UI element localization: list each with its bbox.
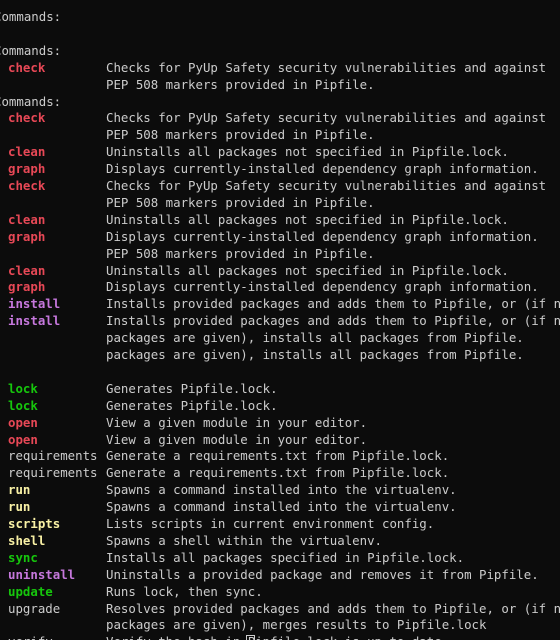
command-description: Spawns a shell within the virtualenv. <box>106 532 383 548</box>
command-description: Displays currently-installed dependency … <box>106 279 539 295</box>
command-row: lock Generates Pipfile.lock. <box>0 397 560 414</box>
command-name: check <box>8 110 46 126</box>
command-name: update <box>8 583 53 599</box>
command-name: check <box>8 178 46 193</box>
command-description: View a given module in your editor. <box>106 414 368 430</box>
command-row: sync Installs all packages specified in P… <box>0 549 560 566</box>
terminal-output: Commands: Commands: check Checks for PyUp S… <box>0 0 560 640</box>
command-name: sync <box>8 549 38 565</box>
continuation-row: packages are given), installs all packag… <box>0 346 560 363</box>
command-name: run <box>8 499 31 515</box>
command-name: clean <box>8 144 46 160</box>
command-description: Checks for PyUp Safety security vulnerab… <box>106 110 547 126</box>
command-name: install <box>8 313 61 329</box>
command-description: Installs all packages specified in Pipfi… <box>106 549 465 565</box>
continuation-row: PEP 508 markers provided in Pipfile. <box>0 76 560 93</box>
command-name: install <box>8 296 61 312</box>
command-row: scripts Lists scripts in current environm… <box>0 515 560 532</box>
command-row: graph Displays currently-installed depend… <box>0 160 560 177</box>
command-row: update Runs lock, then sync. <box>0 583 560 600</box>
command-description: Spawns a command installed into the virt… <box>106 482 457 498</box>
command-row: uninstall Uninstalls a provided package a… <box>0 566 560 583</box>
command-name: run <box>8 482 31 498</box>
continuation-row: PEP 508 markers provided in Pipfile. <box>0 245 560 262</box>
command-description: Lists scripts in current environment con… <box>106 516 435 531</box>
command-name: graph <box>8 279 46 295</box>
command-description: Checks for PyUp Safety security vulnerab… <box>106 59 547 75</box>
command-row: graph Displays currently-installed depend… <box>0 278 560 295</box>
command-name: open <box>8 414 38 430</box>
command-name: check <box>8 59 46 75</box>
continuation-row: PEP 508 markers provided in Pipfile. <box>0 126 560 143</box>
command-name: scripts <box>8 516 61 531</box>
command-row: open View a given module in your editor. <box>0 414 560 431</box>
command-description: Runs lock, then sync. <box>106 583 263 599</box>
command-description: Generates Pipfile.lock. <box>106 380 278 396</box>
command-row: open View a given module in your editor. <box>0 431 560 448</box>
command-description: Spawns a command installed into the virt… <box>106 499 457 515</box>
command-name: lock <box>8 397 38 413</box>
section-header: Commands: <box>0 9 62 24</box>
command-row: graph Displays currently-installed depend… <box>0 228 560 245</box>
command-description: Verify the hash in Pipfile.lock is up-to… <box>106 633 449 640</box>
command-name: requirements <box>8 465 98 481</box>
command-row: requirements Generate a requirements.txt … <box>0 447 560 464</box>
command-description: Resolves provided packages and adds them… <box>106 600 560 616</box>
command-description: packages are given), installs all packag… <box>106 347 524 362</box>
section-header: Commands: <box>0 42 62 58</box>
command-description: packages are given), merges results to P… <box>106 617 487 633</box>
command-description: PEP 508 markers provided in Pipfile. <box>106 76 375 92</box>
command-row: clean Uninstalls all packages not specifi… <box>0 143 560 160</box>
command-name: open <box>8 431 38 447</box>
command-description: Uninstalls all packages not specified in… <box>106 262 509 278</box>
continuation-row: packages are given), installs all packag… <box>0 329 560 346</box>
command-row: shell Spawns a shell within the virtualen… <box>0 532 560 549</box>
command-description: Checks for PyUp Safety security vulnerab… <box>106 178 547 193</box>
section-header: Commands: <box>0 93 62 109</box>
command-description: Installs provided packages and adds them… <box>106 313 560 329</box>
command-name: uninstall <box>8 566 76 582</box>
command-name: requirements <box>8 448 98 464</box>
command-description: Uninstalls all packages not specified in… <box>106 144 509 160</box>
command-description: Generate a requirements.txt from Pipfile… <box>106 465 450 481</box>
command-row: upgrade Resolves provided packages and ad… <box>0 600 560 617</box>
command-name: verify <box>8 633 53 640</box>
command-row: install Installs provided packages and ad… <box>0 295 560 312</box>
command-description: Generate a requirements.txt from Pipfile… <box>106 448 450 464</box>
command-row: clean Uninstalls all packages not specifi… <box>0 262 560 279</box>
command-row: check Checks for PyUp Safety security vul… <box>0 59 560 76</box>
command-description: Displays currently-installed dependency … <box>106 228 539 244</box>
command-row: lock Generates Pipfile.lock. <box>0 380 560 397</box>
command-name: clean <box>8 211 46 227</box>
command-row: check Checks for PyUp Safety security vul… <box>0 177 560 194</box>
command-description: Uninstalls all packages not specified in… <box>106 211 509 227</box>
command-description: Uninstalls a provided package and remove… <box>106 566 539 582</box>
command-description: packages are given), installs all packag… <box>106 330 524 346</box>
command-description: PEP 508 markers provided in Pipfile. <box>106 194 375 210</box>
command-name: clean <box>8 262 46 278</box>
command-row: clean Uninstalls all packages not specifi… <box>0 211 560 228</box>
continuation-row: packages are given), merges results to P… <box>0 616 560 633</box>
command-name: graph <box>8 228 46 244</box>
command-description: PEP 508 markers provided in Pipfile. <box>106 245 375 261</box>
command-description: View a given module in your editor. <box>106 431 368 447</box>
text-cursor <box>246 635 255 640</box>
command-row: requirements Generate a requirements.txt … <box>0 464 560 481</box>
command-description: Installs provided packages and adds them… <box>106 296 560 312</box>
command-description: PEP 508 markers provided in Pipfile. <box>106 127 375 143</box>
command-description: Generates Pipfile.lock. <box>106 397 278 413</box>
command-row: verify Verify the hash in Pipfile.lock is… <box>0 633 560 640</box>
command-row: install Installs provided packages and ad… <box>0 312 560 329</box>
command-row: run Spawns a command installed into the v… <box>0 498 560 515</box>
command-row: run Spawns a command installed into the v… <box>0 481 560 498</box>
command-row: check Checks for PyUp Safety security vul… <box>0 109 560 126</box>
command-name: shell <box>8 532 46 548</box>
command-description: Displays currently-installed dependency … <box>106 161 539 177</box>
command-name: graph <box>8 161 46 177</box>
command-name: upgrade <box>8 600 61 616</box>
continuation-row: PEP 508 markers provided in Pipfile. <box>0 194 560 211</box>
command-name: lock <box>8 380 38 396</box>
